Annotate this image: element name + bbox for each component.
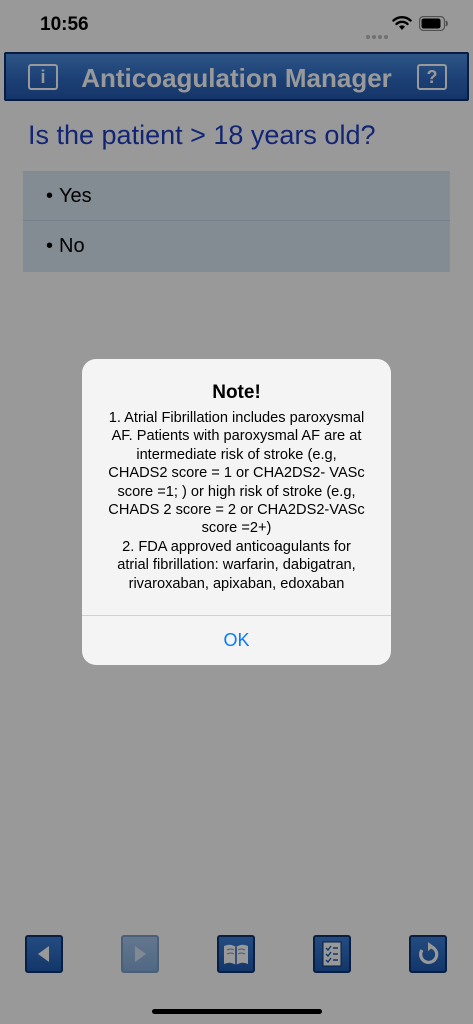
alert-message-line: score =1; ) or high risk of stroke (e.g, bbox=[117, 483, 356, 500]
alert-message-line: 2. FDA approved anticoagulants for bbox=[122, 538, 351, 555]
alert-message-line: rivaroxaban, apixaban, edoxaban bbox=[128, 575, 345, 592]
ok-button[interactable]: OK bbox=[82, 616, 391, 665]
alert-title: Note! bbox=[212, 382, 261, 403]
alert-message-line: 1. Atrial Fibrillation includes paroxysm… bbox=[108, 410, 365, 426]
alert-message: 1. Atrial Fibrillation includes paroxysm… bbox=[98, 409, 375, 593]
alert-message-line: CHADS 2 score = 2 or CHA2DS2-VASc bbox=[108, 502, 365, 519]
alert-message-line: atrial fibrillation: warfarin, dabigatra… bbox=[117, 557, 356, 574]
alert-message-line: score =2+) bbox=[201, 520, 272, 537]
alert-message-line: intermediate risk of stroke (e.g, bbox=[136, 446, 337, 463]
alert-message-line: CHADS2 score = 1 or CHA2DS2- VASc bbox=[108, 465, 365, 482]
alert-message-line: AF. Patients with paroxysmal AF are at bbox=[111, 428, 362, 445]
alert-dialog: Note! 1. Atrial Fibrillation includes pa… bbox=[82, 359, 391, 665]
